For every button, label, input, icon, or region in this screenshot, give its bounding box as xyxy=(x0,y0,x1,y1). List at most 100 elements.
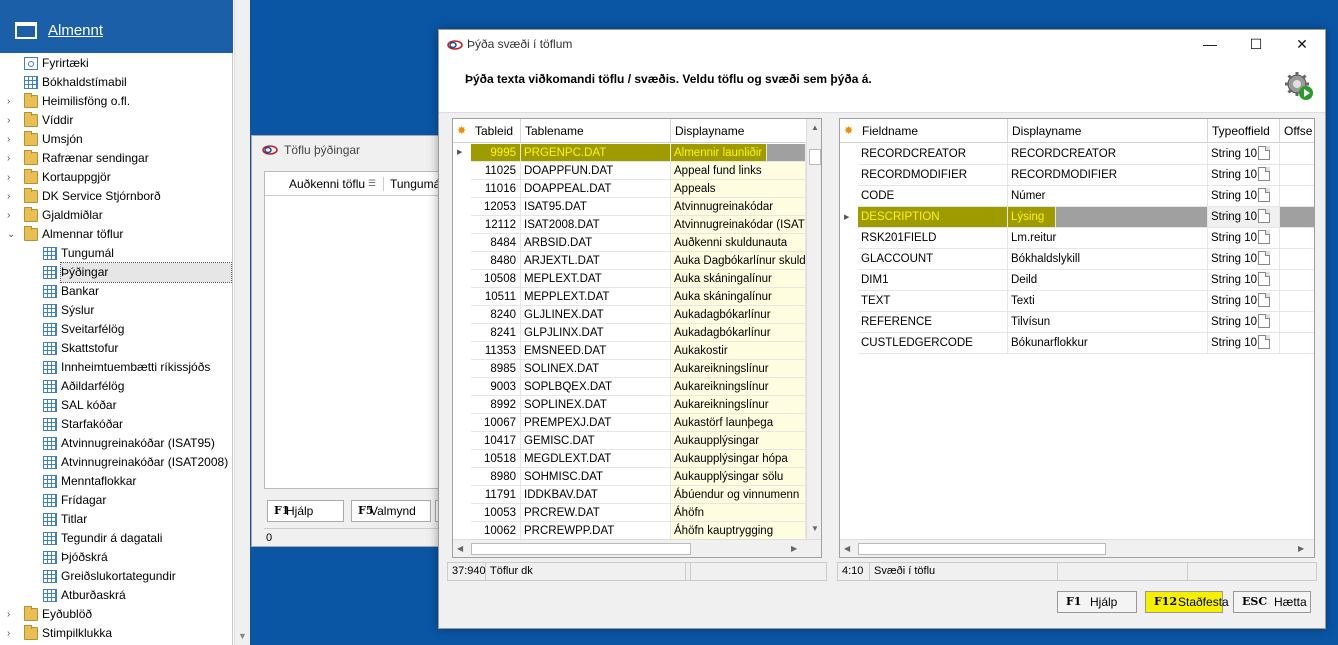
tree-item[interactable]: Greiðslukortategundir xyxy=(0,567,232,586)
displayname-cell[interactable]: Texti xyxy=(1008,291,1208,312)
collapsed-chevron-icon[interactable]: › xyxy=(7,130,17,149)
maximize-button[interactable]: ☐ xyxy=(1233,30,1279,58)
displayname-cell[interactable]: Aukakostir xyxy=(671,342,806,360)
field-row[interactable]: CODE Númer String 10 xyxy=(840,186,1314,207)
fields-grid[interactable]: ✸ Fieldname Displayname Typeoffield Offs… xyxy=(839,118,1315,558)
offset-cell[interactable] xyxy=(1280,144,1314,165)
tableid-cell[interactable]: 8980 xyxy=(471,468,521,486)
collapsed-chevron-icon[interactable]: › xyxy=(7,605,17,624)
fieldname-cell[interactable]: CODE xyxy=(858,186,1008,207)
tableid-cell[interactable]: 11025 xyxy=(471,162,521,180)
tree-item[interactable]: Innheimtuembætti ríkissjóðs xyxy=(0,358,232,377)
tree-item[interactable]: › Víddir xyxy=(0,111,232,130)
tablename-cell[interactable]: PRGENPC.DAT xyxy=(521,144,671,162)
tablename-cell[interactable]: PRCREWPP.DAT xyxy=(521,522,671,540)
displayname-cell[interactable]: Bókunarflokkur xyxy=(1008,333,1208,354)
displayname-cell[interactable]: Aukareikningslínur xyxy=(671,360,806,378)
tree-item[interactable]: › Kortauppgjör xyxy=(0,168,232,187)
table-row[interactable]: 8241 GLPJLINX.DAT Aukadagbókarlínur xyxy=(453,324,806,342)
tableid-cell[interactable]: 8484 xyxy=(471,234,521,252)
tables-vertical-scrollbar[interactable]: ▲ ▼ xyxy=(806,119,821,539)
tree-item[interactable]: Bankar xyxy=(0,282,232,301)
scroll-left-icon[interactable]: ◀ xyxy=(844,544,850,553)
displayname-cell[interactable]: Appeals xyxy=(671,180,806,198)
help-button[interactable]: F1 Hjálp xyxy=(267,500,344,522)
displayname-cell[interactable]: Auka skáningalínur xyxy=(671,288,806,306)
collapsed-chevron-icon[interactable]: › xyxy=(7,206,17,225)
table-row[interactable]: 10417 GEMISC.DAT Aukaupplýsingar xyxy=(453,432,806,450)
tables-grid[interactable]: ✸ Tableid Tablename Displayname ▶ 9995 PRG… xyxy=(452,118,822,558)
field-row[interactable]: RECORDMODIFIER RECORDMODIFIER String 10 xyxy=(840,165,1314,186)
tree-item[interactable]: › Heimilisföng o.fl. xyxy=(0,92,232,111)
menu-button[interactable]: F5 Valmynd xyxy=(351,500,431,522)
tableid-cell[interactable]: 8992 xyxy=(471,396,521,414)
field-row[interactable]: GLACCOUNT Bókhaldslykill String 10 xyxy=(840,249,1314,270)
fieldname-cell[interactable]: DESCRIPTION xyxy=(858,207,1008,228)
document-icon[interactable] xyxy=(1258,293,1270,307)
document-icon[interactable] xyxy=(1258,209,1270,223)
tree-item[interactable]: › Gjaldmiðlar xyxy=(0,206,232,225)
fieldname-cell[interactable]: TEXT xyxy=(858,291,1008,312)
tablename-cell[interactable]: SOPLBQEX.DAT xyxy=(521,378,671,396)
tableid-cell[interactable]: 11353 xyxy=(471,342,521,360)
displayname-cell[interactable]: Auka skáningalínur xyxy=(671,270,806,288)
displayname-cell[interactable]: Aukadagbókarlínur xyxy=(671,324,806,342)
tablename-cell[interactable]: PRCREW.DAT xyxy=(521,504,671,522)
collapsed-chevron-icon[interactable]: › xyxy=(7,92,17,111)
tree-header[interactable]: Almennt xyxy=(0,0,233,53)
document-icon[interactable] xyxy=(1258,335,1270,349)
tableid-cell[interactable]: 10518 xyxy=(471,450,521,468)
tableid-cell[interactable]: 10053 xyxy=(471,504,521,522)
collapsed-chevron-icon[interactable]: › xyxy=(7,187,17,206)
tree-item[interactable]: Þýðingar xyxy=(0,262,232,283)
offset-cell[interactable] xyxy=(1280,249,1314,270)
tablename-cell[interactable]: PREMPEXJ.DAT xyxy=(521,414,671,432)
scroll-left-icon[interactable]: ◀ xyxy=(457,544,463,553)
help-button[interactable]: F1 Hjálp xyxy=(1057,591,1137,613)
column-header-tableid[interactable]: Tableid xyxy=(471,119,521,143)
table-row[interactable]: 12053 ISAT95.DAT Atvinnugreinakódar xyxy=(453,198,806,216)
field-row[interactable]: DIM1 Deild String 10 xyxy=(840,270,1314,291)
offset-cell[interactable] xyxy=(1280,165,1314,186)
scroll-thumb[interactable] xyxy=(809,149,821,165)
tree-item[interactable]: Bókhaldstímabil xyxy=(0,73,232,92)
document-icon[interactable] xyxy=(1258,146,1270,160)
scroll-thumb[interactable] xyxy=(858,543,1106,555)
tree-header-title[interactable]: Almennt xyxy=(48,22,103,39)
tableid-cell[interactable]: 8985 xyxy=(471,360,521,378)
displayname-cell[interactable]: Tilvísun xyxy=(1008,312,1208,333)
tree-item[interactable]: SAL kóðar xyxy=(0,396,232,415)
collapsed-chevron-icon[interactable]: › xyxy=(7,624,17,643)
tree-item[interactable]: Tegundir á dagatali xyxy=(0,529,232,548)
confirm-button[interactable]: F12 Staðfesta xyxy=(1145,591,1229,613)
tree-scrollbar[interactable]: ▼ xyxy=(234,0,250,645)
displayname-cell[interactable]: Lm.reitur xyxy=(1008,228,1208,249)
tablename-cell[interactable]: IDDKBAV.DAT xyxy=(521,486,671,504)
tree-item[interactable]: Atburðaskrá xyxy=(0,586,232,605)
column-header-fieldname[interactable]: Fieldname xyxy=(858,119,1008,143)
tables-horizontal-scrollbar[interactable]: ◀ ▶ xyxy=(453,539,821,557)
tree-item[interactable]: Aðildarfélög xyxy=(0,377,232,396)
collapsed-chevron-icon[interactable]: › xyxy=(7,168,17,187)
scroll-down-icon[interactable]: ▼ xyxy=(238,631,247,641)
table-row[interactable]: 10053 PRCREW.DAT Áhöfn xyxy=(453,504,806,522)
displayname-cell[interactable]: Appeal fund links xyxy=(671,162,806,180)
tree-item[interactable]: › Stimpilklukka xyxy=(0,624,232,643)
table-row[interactable]: 8484 ARBSID.DAT Auðkenni skuldunauta xyxy=(453,234,806,252)
expanded-chevron-icon[interactable]: ⌄ xyxy=(7,225,17,244)
table-row[interactable]: 9003 SOPLBQEX.DAT Aukareikningslínur xyxy=(453,378,806,396)
displayname-cell[interactable]: Aukaupplýsingar hópa xyxy=(671,450,806,468)
document-icon[interactable] xyxy=(1258,188,1270,202)
table-row[interactable]: 11025 DOAPPFUN.DAT Appeal fund links xyxy=(453,162,806,180)
tableid-cell[interactable]: 8480 xyxy=(471,252,521,270)
offset-cell[interactable] xyxy=(1280,228,1314,249)
displayname-cell[interactable]: Áhöfn kauptrygging xyxy=(671,522,806,540)
tree-item[interactable]: Sýslur xyxy=(0,301,232,320)
table-row[interactable]: 10518 MEGDLEXT.DAT Aukaupplýsingar hópa xyxy=(453,450,806,468)
displayname-cell[interactable]: Aukaupplýsingar xyxy=(671,432,806,450)
tree-item[interactable]: Tungumál xyxy=(0,244,232,263)
collapsed-chevron-icon[interactable]: › xyxy=(7,149,17,168)
table-row[interactable]: 10511 MEPPLEXT.DAT Auka skáningalínur xyxy=(453,288,806,306)
tableid-cell[interactable]: 9995 xyxy=(471,144,521,162)
new-row-icon[interactable]: ✸ xyxy=(844,124,853,137)
